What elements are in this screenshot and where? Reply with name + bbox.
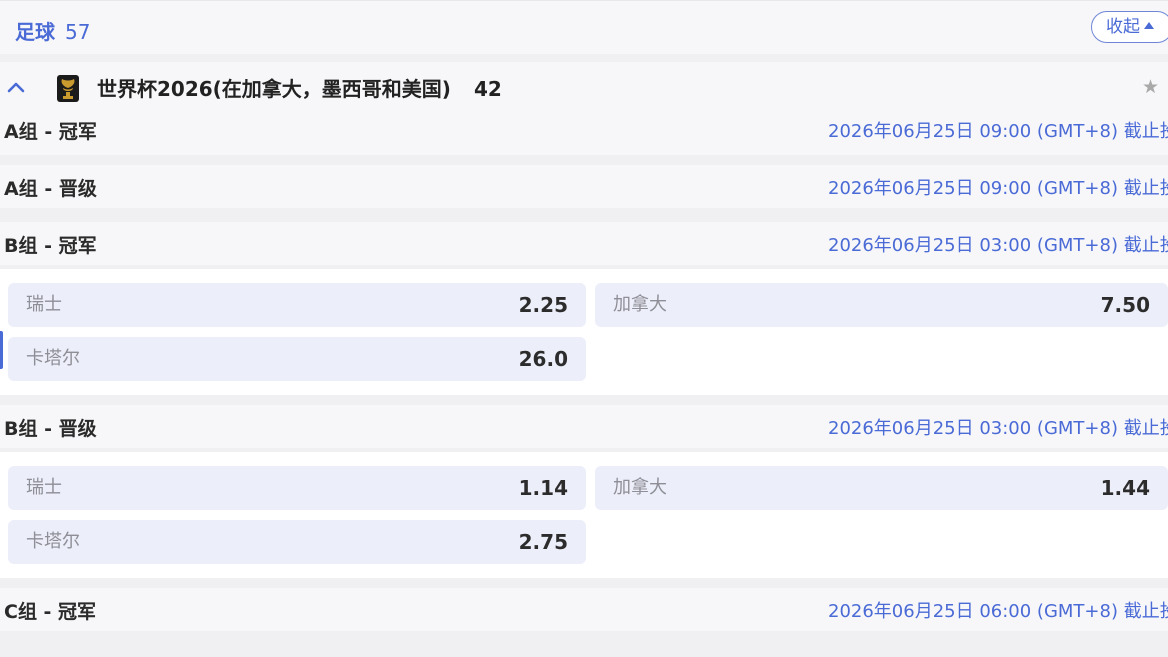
triangle-up-icon — [1144, 21, 1154, 29]
collapse-label: 收起 — [1106, 17, 1140, 37]
market-name: C组 - 冠军 — [4, 601, 97, 623]
selection-name: 加拿大 — [613, 477, 667, 498]
market-close-time: 2026年06月25日 09:00 (GMT+8) 截止投注 — [828, 178, 1168, 199]
league-name[interactable]: 世界杯2026(在加拿大，墨西哥和美国) — [97, 76, 451, 102]
odds-value: 1.14 — [518, 476, 568, 500]
market-name: B组 - 晋级 — [4, 418, 97, 440]
odds-button[interactable]: 瑞士 1.14 — [8, 466, 586, 510]
odds-button[interactable]: 瑞士 2.25 — [8, 283, 586, 327]
selection-name: 卡塔尔 — [26, 531, 80, 552]
odds-value: 26.0 — [518, 347, 568, 371]
odds-button[interactable]: 卡塔尔 2.75 — [8, 520, 586, 564]
sport-count: 57 — [65, 20, 91, 44]
odds-panel: 瑞士 1.14 加拿大 1.44 卡塔尔 2.75 — [0, 452, 1168, 578]
odds-value: 7.50 — [1100, 293, 1150, 317]
market-close-time: 2026年06月25日 03:00 (GMT+8) 截止投注 — [828, 418, 1168, 439]
selection-name: 卡塔尔 — [26, 348, 80, 369]
collapse-all-button[interactable]: 收起 — [1091, 11, 1168, 43]
chevron-up-icon[interactable] — [7, 79, 25, 98]
market-name: A组 - 冠军 — [4, 121, 97, 143]
star-icon[interactable]: ★ — [1142, 77, 1159, 97]
selection-name: 瑞士 — [26, 294, 62, 315]
selection-name: 瑞士 — [26, 477, 62, 498]
odds-button[interactable]: 加拿大 7.50 — [595, 283, 1168, 327]
market-close-time: 2026年06月25日 06:00 (GMT+8) 截止投注 — [828, 601, 1168, 622]
odds-value: 1.44 — [1100, 476, 1150, 500]
odds-button[interactable]: 加拿大 1.44 — [595, 466, 1168, 510]
scroll-indicator — [0, 331, 3, 369]
odds-value: 2.25 — [518, 293, 568, 317]
market-close-time: 2026年06月25日 09:00 (GMT+8) 截止投注 — [828, 121, 1168, 142]
market-name: B组 - 冠军 — [4, 235, 97, 257]
odds-button[interactable]: 卡塔尔 26.0 — [8, 337, 586, 381]
market-name: A组 - 晋级 — [4, 178, 97, 200]
league-count: 42 — [474, 77, 502, 101]
sport-header — [0, 0, 1168, 54]
world-cup-trophy-icon — [57, 75, 79, 102]
sport-title[interactable]: 足球 — [15, 19, 55, 45]
market-close-time: 2026年06月25日 03:00 (GMT+8) 截止投注 — [828, 235, 1168, 256]
selection-name: 加拿大 — [613, 294, 667, 315]
odds-panel: 瑞士 2.25 加拿大 7.50 卡塔尔 26.0 — [0, 269, 1168, 395]
odds-value: 2.75 — [518, 530, 568, 554]
